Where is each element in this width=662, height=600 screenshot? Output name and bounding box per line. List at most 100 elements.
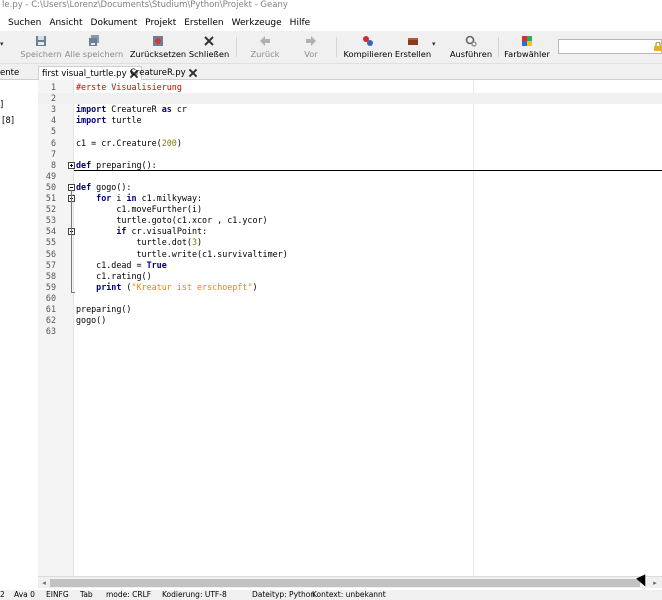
code-line[interactable]: 5 <box>38 126 662 137</box>
line-number: 6 <box>50 137 56 148</box>
color-palette-icon <box>522 36 532 46</box>
menu-projekt[interactable]: Projekt <box>137 16 176 30</box>
run-label: Ausführen <box>449 49 493 59</box>
menu-erstellen[interactable]: Erstellen <box>176 16 223 30</box>
menu-werkzeuge[interactable]: Werkzeuge <box>224 16 282 30</box>
sidebar-tab[interactable]: ente <box>0 66 19 80</box>
back-label: Zurück <box>250 49 280 59</box>
run-button[interactable]: Ausführen <box>450 33 492 61</box>
toolbar-separator <box>498 37 499 57</box>
scrollbar-thumb[interactable] <box>50 579 640 587</box>
save-icon <box>36 36 46 46</box>
code-line[interactable]: 54 if cr.visualPoint: <box>38 226 662 237</box>
code-line[interactable]: 62 gogo() <box>38 315 662 326</box>
line-number: 49 <box>45 170 56 181</box>
build-dropdown-arrow[interactable]: ▾ <box>432 40 436 48</box>
code-line[interactable]: 1 #erste Visualisierung <box>38 82 662 93</box>
line-number: 50 <box>45 181 56 192</box>
revert-label: Zurücksetzen <box>129 49 187 59</box>
line-number: 7 <box>50 148 56 159</box>
horizontal-scrollbar[interactable]: ◂ ▸ <box>38 576 662 588</box>
code-line[interactable]: 4 import turtle <box>38 115 662 126</box>
gears-icon <box>465 35 477 47</box>
line-number: 58 <box>45 270 56 281</box>
close-button[interactable]: Schließen <box>189 33 229 61</box>
scroll-right-arrow[interactable]: ▸ <box>650 579 660 587</box>
status-eol: mode: CRLF <box>106 590 152 599</box>
save-all-icon <box>89 35 99 46</box>
line-number: 4 <box>50 115 56 126</box>
arrow-left-icon <box>260 36 270 46</box>
status-insert-mode: EINFG <box>46 590 69 599</box>
back-button[interactable]: Zurück <box>248 33 282 61</box>
compile-label: Kompilieren <box>343 49 393 59</box>
line-number: 51 <box>45 193 56 203</box>
menu-bar: Suchen Ansicht Dokument Projekt Erstelle… <box>0 15 662 31</box>
line-number: 2 <box>50 93 56 104</box>
status-indent-mode: Tab <box>80 590 93 599</box>
code-line[interactable]: 7 <box>38 149 662 160</box>
build-button[interactable]: Erstellen <box>395 33 431 61</box>
status-context: Kontext: unbekannt <box>312 590 386 599</box>
sidebar-item[interactable]: ] <box>0 100 3 110</box>
code-line[interactable]: 60 <box>38 293 662 304</box>
forward-button[interactable]: Vor <box>296 33 326 61</box>
menu-hilfe[interactable]: Hilfe <box>282 16 310 30</box>
code-text: turtle.goto(c1.xcor , c1.ycor) <box>76 215 268 226</box>
menu-dokument[interactable]: Dokument <box>83 16 138 30</box>
code-text: c1 = cr.Creature(200) <box>76 137 182 148</box>
brick-icon <box>408 38 418 45</box>
status-line: 2 <box>0 590 5 599</box>
line-number: 55 <box>45 237 56 248</box>
code-line[interactable]: 50 def gogo(): <box>38 182 662 193</box>
code-text: #erste Visualisierung <box>76 82 182 92</box>
fold-expand-icon[interactable] <box>68 161 75 169</box>
save-label: Speichern <box>20 49 62 59</box>
tab-creature-r[interactable]: CreatureR.py <box>130 66 197 80</box>
code-line[interactable]: 2 <box>38 93 662 105</box>
code-line[interactable]: 53 turtle.goto(c1.xcor , c1.ycor) <box>38 215 662 226</box>
code-text: c1.rating() <box>76 270 152 281</box>
forward-label: Vor <box>304 49 318 59</box>
code-line[interactable]: 3 import CreatureR as cr <box>38 104 662 115</box>
code-line[interactable]: 49 <box>38 171 662 182</box>
menu-suchen[interactable]: Suchen <box>0 16 41 30</box>
compile-button[interactable]: Kompilieren <box>343 33 393 61</box>
code-line[interactable]: 56 turtle.write(c1.survivaltimer) <box>38 249 662 260</box>
save-button[interactable]: Speichern <box>20 33 62 61</box>
toolbar-dropdown-arrow[interactable]: ▾ <box>0 40 4 48</box>
code-text: turtle.dot(3) <box>76 237 203 248</box>
search-input[interactable] <box>558 39 662 54</box>
menu-ansicht[interactable]: Ansicht <box>41 16 82 30</box>
line-number: 62 <box>45 315 56 326</box>
code-line[interactable]: 57 c1.dead = True <box>38 260 662 271</box>
save-all-button[interactable]: Alle speichern <box>65 33 123 61</box>
status-encoding: Kodierung: UTF-8 <box>162 590 227 599</box>
revert-button[interactable]: Zurücksetzen <box>129 33 187 61</box>
sidebar-item[interactable]: [8] <box>2 116 14 126</box>
color-picker-button[interactable]: Farbwähler <box>504 33 550 61</box>
line-number: 1 <box>50 82 56 92</box>
code-line[interactable]: 51 for i in c1.milkyway: <box>38 193 662 204</box>
close-tab-icon[interactable] <box>189 69 197 77</box>
fold-guide-end <box>71 292 75 293</box>
code-line[interactable]: 63 <box>38 326 662 337</box>
revert-icon <box>153 36 163 46</box>
document-tabs: ente first visual_turtle.py CreatureR.py <box>0 64 662 80</box>
window-title: le.py - C:\Users\Lorenz\Documents\Studiu… <box>0 0 662 15</box>
line-number: 54 <box>45 226 56 237</box>
code-line[interactable]: 61 preparing() <box>38 304 662 315</box>
tab-label: first visual_turtle.py <box>42 68 127 79</box>
code-line[interactable]: 6 c1 = cr.Creature(200) <box>38 138 662 149</box>
scroll-left-arrow[interactable]: ◂ <box>39 579 49 587</box>
code-text: gogo() <box>76 315 107 326</box>
code-line[interactable]: 52 c1.moveFurther(i) <box>38 204 662 215</box>
code-line[interactable]: 55 turtle.dot(3) <box>38 237 662 248</box>
status-col: Ava 0 <box>14 590 35 599</box>
code-line[interactable]: 58 c1.rating() <box>38 271 662 282</box>
line-number: 57 <box>45 259 56 270</box>
tab-first-visual-turtle[interactable]: first visual_turtle.py <box>38 66 142 80</box>
code-line[interactable]: 59 print ("Kreatur ist erschoepft") <box>38 282 662 293</box>
folded-block-marker <box>74 170 662 171</box>
code-text: def gogo(): <box>76 181 132 192</box>
